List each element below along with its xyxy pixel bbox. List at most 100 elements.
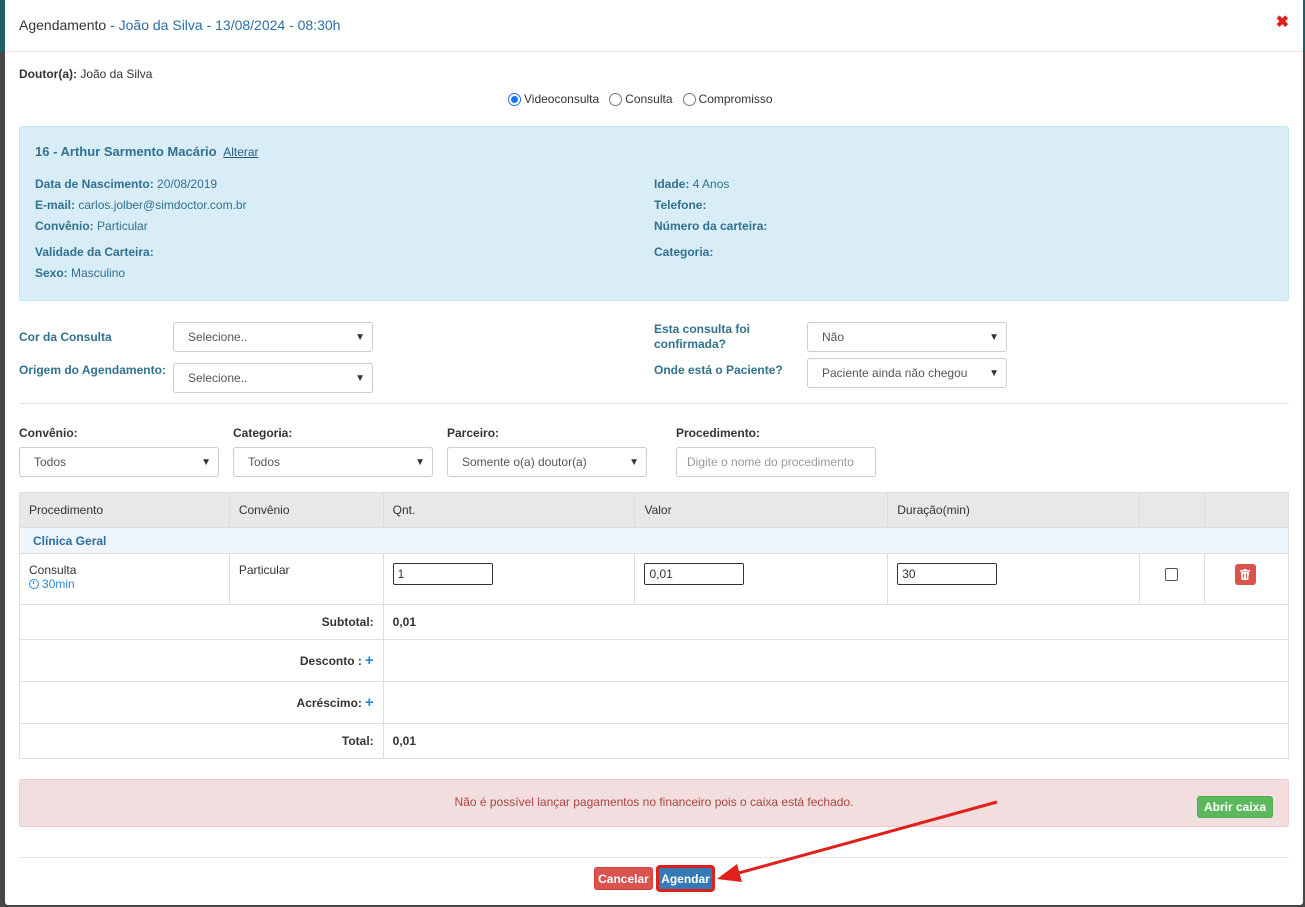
sex-label: Sexo: [35, 266, 68, 280]
discount-cell: Desconto : + [19, 639, 384, 682]
value-input[interactable]: 0,01 [644, 563, 745, 585]
chevron-down-icon: ▼ [989, 368, 999, 379]
delete-button[interactable] [1234, 564, 1256, 585]
patient-age: Idade: 4 Anos [654, 177, 729, 191]
color-select[interactable]: Selecione.. ▼ [173, 322, 373, 352]
confirmed-select[interactable]: Não ▼ [807, 322, 1007, 352]
qty-input[interactable]: 1 [392, 563, 493, 585]
birth-value: 20/08/2019 [157, 177, 218, 191]
chevron-down-icon: ▼ [989, 332, 999, 343]
modal-header: Agendamento - João da Silva - 13/08/2024… [5, 0, 1303, 52]
subtotal-row: Subtotal: 0,01 [19, 604, 1290, 640]
origin-label: Origem do Agendamento: [19, 363, 166, 377]
doctor-value: João da Silva [80, 67, 153, 81]
header-check [1139, 492, 1205, 528]
header-procedure: Procedimento [19, 492, 230, 528]
alert-message: Não é possível lançar pagamentos no fina… [454, 795, 854, 809]
radio-consulta[interactable]: Consulta [609, 92, 673, 106]
radio-selected-icon[interactable] [508, 92, 521, 106]
birth-label: Data de Nascimento: [35, 177, 154, 191]
doctor-label: Doutor(a): [19, 67, 77, 81]
filter-procedure-label: Procedimento: [676, 426, 761, 440]
modal-title: Agendamento - João da Silva - 13/08/2024… [19, 17, 340, 33]
close-icon[interactable]: ✖ [1276, 15, 1289, 31]
appointment-type-radios: Videoconsulta Consulta Compromisso [508, 92, 773, 106]
patient-insurance: Convênio: Particular [35, 219, 148, 233]
insurance-label: Convênio: [35, 219, 94, 233]
filter-insurance-select[interactable]: Todos ▼ [19, 447, 219, 477]
trash-icon [1240, 569, 1251, 580]
card-number-label: Número da carteira: [654, 219, 768, 233]
surcharge-row: Acréscimo: + [19, 681, 1290, 724]
total-row: Total: 0,01 [19, 723, 1290, 759]
add-discount-icon[interactable]: + [365, 652, 374, 669]
procedure-duration: 30min [29, 577, 220, 591]
patient-sex: Sexo: Masculino [35, 266, 125, 280]
age-label: Idade: [654, 177, 690, 191]
open-cash-button[interactable]: Abrir caixa [1196, 796, 1273, 818]
table-row: Consulta 30min Particular 1 0,01 30 [19, 553, 1290, 605]
filter-partner-value: Somente o(a) doutor(a) [462, 455, 587, 469]
modal-title-separator: - [106, 17, 119, 33]
change-patient-link[interactable]: Alterar [223, 145, 258, 159]
origin-select[interactable]: Selecione.. ▼ [173, 363, 373, 393]
filter-partner-label: Parceiro: [447, 426, 500, 440]
qty-cell: 1 [382, 553, 636, 605]
divider [19, 403, 1289, 404]
doctor-line: Doutor(a): João da Silva [19, 67, 152, 81]
cancel-button[interactable]: Cancelar [594, 867, 653, 890]
filter-category-label: Categoria: [233, 426, 293, 440]
confirmed-label: Esta consulta foi confirmada? [654, 322, 751, 351]
filter-partner-select[interactable]: Somente o(a) doutor(a) ▼ [447, 447, 647, 477]
radio-videoconsulta[interactable]: Videoconsulta [508, 92, 599, 106]
procedure-name: Consulta [29, 563, 77, 577]
value-cell: 0,01 [634, 553, 889, 605]
email-value: carlos.jolber@simdoctor.com.br [78, 198, 247, 212]
actions-cell [1203, 553, 1290, 605]
patient-info-panel: 16 - Arthur Sarmento Macário Alterar Dat… [19, 126, 1289, 301]
group-name: Clínica Geral [19, 527, 1289, 554]
surcharge-value [382, 681, 1290, 724]
annotation-arrow-icon [717, 800, 998, 882]
confirmed-select-value: Não [822, 330, 845, 344]
color-select-value: Selecione.. [188, 330, 248, 344]
radio-label: Consulta [625, 92, 673, 106]
filter-insurance-value: Todos [34, 455, 67, 469]
add-surcharge-icon[interactable]: + [365, 694, 374, 711]
header-insurance: Convênio [228, 492, 384, 528]
procedure-duration-label: 30min [42, 577, 75, 591]
filter-insurance-label: Convênio: [19, 426, 78, 440]
procedure-cell: Consulta 30min [19, 553, 230, 605]
duration-input[interactable]: 30 [897, 563, 998, 585]
filter-category-value: Todos [248, 455, 281, 469]
location-select[interactable]: Paciente ainda não chegou ▼ [807, 358, 1007, 388]
subtotal-value: 0,01 [382, 604, 1290, 640]
card-validity-label: Validade da Carteira: [35, 245, 154, 259]
radio-icon[interactable] [682, 92, 696, 106]
insurance-cell: Particular [228, 553, 384, 605]
category-label: Categoria: [654, 245, 714, 259]
surcharge-cell: Acréscimo: + [19, 681, 384, 724]
radio-compromisso[interactable]: Compromisso [682, 92, 773, 106]
total-value: 0,01 [382, 723, 1290, 759]
discount-label: Desconto : [299, 654, 362, 668]
header-actions [1203, 492, 1290, 528]
chevron-down-icon: ▼ [355, 373, 365, 384]
filter-category-select[interactable]: Todos ▼ [233, 447, 433, 477]
patient-card-validity: Validade da Carteira: [35, 245, 154, 259]
color-label: Cor da Consulta [19, 330, 112, 344]
procedure-search-input[interactable]: Digite o nome do procedimento [676, 447, 876, 477]
sex-value: Masculino [71, 266, 126, 280]
row-checkbox[interactable] [1165, 568, 1179, 581]
check-cell [1139, 553, 1205, 605]
table-header-row: Procedimento Convênio Qnt. Valor Duração… [19, 492, 1290, 528]
patient-category: Categoria: [654, 245, 713, 259]
patient-email: E-mail: carlos.jolber@simdoctor.com.br [35, 198, 247, 212]
modal-title-detail: João da Silva - 13/08/2024 - 08:30h [118, 17, 341, 33]
patient-card-number: Número da carteira: [654, 219, 767, 233]
chevron-down-icon: ▼ [415, 457, 425, 468]
patient-birth: Data de Nascimento: 20/08/2019 [35, 177, 217, 191]
header-value: Valor [634, 492, 889, 528]
radio-icon[interactable] [609, 92, 623, 106]
discount-row: Desconto : + [19, 639, 1290, 682]
